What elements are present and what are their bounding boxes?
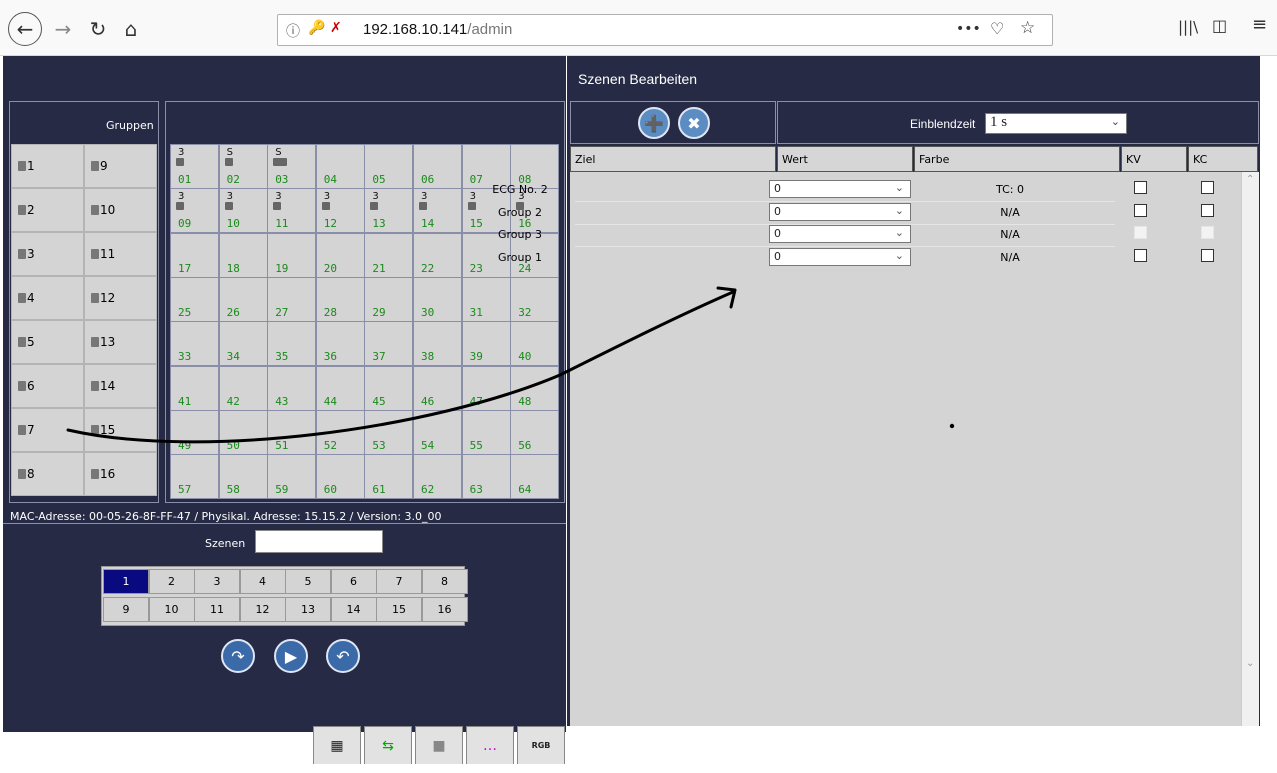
annotation-arrow bbox=[66, 286, 955, 444]
